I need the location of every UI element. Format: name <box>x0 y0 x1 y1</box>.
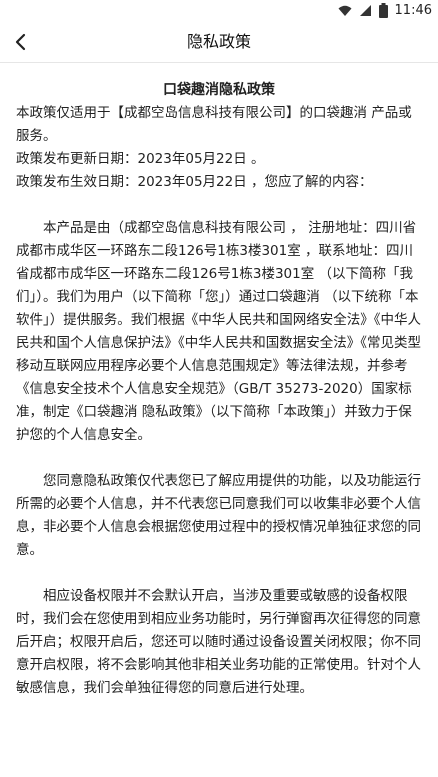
document-title: 口袋趣消隐私政策 <box>163 82 275 98</box>
updated-date: 政策发布更新日期：2023年05月22日 。 <box>16 151 265 167</box>
policy-content[interactable]: 口袋趣消隐私政策 本政策仅适用于【成都空岛信息科技有限公司】的口袋趣消 产品或服… <box>0 63 438 777</box>
status-time: 11:46 <box>394 3 432 18</box>
status-icons: 11:46 <box>338 3 432 18</box>
wifi-icon <box>338 5 352 16</box>
policy-paragraph: 本产品是由（成都空岛信息科技有限公司 ， 注册地址：四川省成都市成华区一环路东二… <box>16 220 421 443</box>
status-bar: 11:46 <box>0 0 438 22</box>
effective-date: 政策发布生效日期：2023年05月22日 ，您应了解的内容： <box>16 174 373 190</box>
policy-paragraph: 相应设备权限并不会默认开启，当涉及重要或敏感的设备权限时，我们会在您使用到相应业… <box>16 588 421 696</box>
nav-bar: 隐私政策 <box>0 22 438 63</box>
page-title: 隐私政策 <box>186 32 251 51</box>
policy-paragraph: 您同意隐私政策仅代表您已了解应用提供的功能，以及功能运行所需的必要个人信息，并不… <box>16 473 421 558</box>
intro-text: 本政策仅适用于【成都空岛信息科技有限公司】的口袋趣消 产品或服务。 <box>16 105 412 144</box>
signal-icon <box>359 5 371 16</box>
battery-icon <box>378 3 388 18</box>
